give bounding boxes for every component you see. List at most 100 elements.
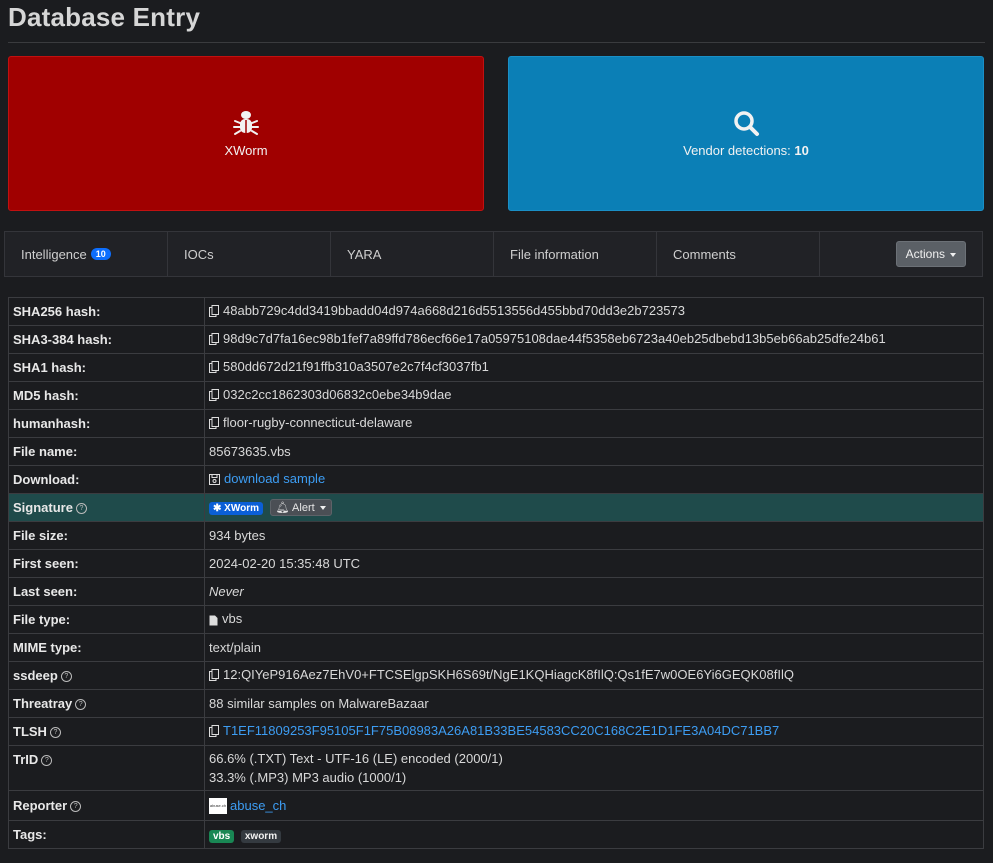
- table-row: File name: 85673635.vbs: [8, 437, 984, 466]
- tab-comments[interactable]: Comments: [657, 232, 820, 276]
- tab-file-information-label: File information: [510, 246, 599, 262]
- humanhash-cell: floor-rugby-connecticut-delaware: [204, 409, 984, 438]
- signature-badge-label: XWorm: [224, 503, 259, 514]
- file-name-label: File name:: [8, 437, 205, 466]
- vendor-detections-label: Vendor detections: 10: [683, 143, 809, 158]
- table-row: humanhash: floor-rugby-connecticut-delaw…: [8, 409, 984, 438]
- alert-dropdown-button[interactable]: 🔔︎ Alert: [269, 499, 332, 516]
- table-row: File size: 934 bytes: [8, 521, 984, 550]
- ssdeep-cell: 12:QIYeP916Aez7EhV0+FTCSElgpSKH6S69t/NgE…: [204, 661, 984, 690]
- help-icon[interactable]: ?: [49, 727, 61, 739]
- threatray-value: 88 similar samples on MalwareBazaar: [204, 689, 984, 718]
- vendor-detections-card[interactable]: Vendor detections: 10: [508, 56, 984, 211]
- md5-label: MD5 hash:: [8, 381, 205, 410]
- table-row: Last seen: Never: [8, 577, 984, 606]
- copy-icon[interactable]: [209, 389, 219, 404]
- sha256-cell: 48abb729c4dd3419bbadd04d974a668d216d5513…: [204, 297, 984, 326]
- table-row: TLSH? T1EF11809253F95105F1F75B08983A26A8…: [8, 717, 984, 746]
- threatray-label-cell: Threatray?: [8, 689, 205, 718]
- malware-family-card[interactable]: XWorm: [8, 56, 484, 211]
- table-row: Signature? ✱ XWorm 🔔︎ Alert: [8, 493, 984, 522]
- tab-yara-label: YARA: [347, 246, 382, 262]
- copy-icon[interactable]: [209, 725, 219, 740]
- help-icon[interactable]: ?: [60, 671, 72, 683]
- copy-icon[interactable]: [209, 361, 219, 376]
- file-type-cell: vbs: [204, 605, 984, 634]
- tlsh-cell: T1EF11809253F95105F1F75B08983A26A81B33BE…: [204, 717, 984, 746]
- tab-bar: Intelligence 10 IOCs YARA File informati…: [4, 231, 983, 277]
- download-label: Download:: [8, 465, 205, 494]
- md5-cell: 032c2cc1862303d06832c0ebe34b9dae: [204, 381, 984, 410]
- tab-yara[interactable]: YARA: [331, 232, 494, 276]
- help-icon[interactable]: ?: [75, 503, 87, 515]
- reporter-label: Reporter: [13, 798, 68, 813]
- tab-file-information[interactable]: File information: [494, 232, 657, 276]
- sha1-label: SHA1 hash:: [8, 353, 205, 382]
- md5-value: 032c2cc1862303d06832c0ebe34b9dae: [223, 387, 452, 402]
- page-title: Database Entry: [8, 2, 201, 32]
- vendor-detections-count: 10: [794, 143, 809, 158]
- ssdeep-value: 12:QIYeP916Aez7EhV0+FTCSElgpSKH6S69t/NgE…: [223, 667, 794, 682]
- copy-icon[interactable]: [209, 669, 219, 684]
- mime-type-value: text/plain: [204, 633, 984, 662]
- bell-icon: 🔔︎: [275, 502, 290, 514]
- trid-cell: 66.6% (.TXT) Text - UTF-16 (LE) encoded …: [204, 745, 984, 791]
- tab-intelligence-label: Intelligence: [21, 246, 87, 262]
- sha256-label: SHA256 hash:: [8, 297, 205, 326]
- title-divider: [8, 42, 985, 43]
- first-seen-value: 2024-02-20 15:35:48 UTC: [204, 549, 984, 578]
- reporter-link[interactable]: abuse_ch: [230, 798, 286, 813]
- bug-icon: [233, 111, 259, 135]
- signature-label-cell: Signature?: [8, 493, 205, 522]
- copy-icon[interactable]: [209, 305, 219, 320]
- tab-iocs-label: IOCs: [184, 246, 214, 262]
- sha256-value: 48abb729c4dd3419bbadd04d974a668d216d5513…: [223, 303, 685, 318]
- table-row: SHA3-384 hash: 98d9c7d7fa16ec98b1fef7a89…: [8, 325, 984, 354]
- table-row: Threatray? 88 similar samples on Malware…: [8, 689, 984, 718]
- copy-icon[interactable]: [209, 333, 219, 348]
- table-row: TrID? 66.6% (.TXT) Text - UTF-16 (LE) en…: [8, 745, 984, 791]
- actions-dropdown-button[interactable]: Actions: [895, 241, 966, 267]
- tlsh-link[interactable]: T1EF11809253F95105F1F75B08983A26A81B33BE…: [223, 723, 779, 738]
- threatray-label: Threatray: [13, 696, 73, 711]
- signature-badge[interactable]: ✱ XWorm: [209, 502, 263, 515]
- reporter-avatar: abuse.ch: [209, 797, 227, 814]
- help-icon[interactable]: ?: [41, 755, 53, 767]
- last-seen-value: Never: [204, 577, 984, 606]
- trid-line-2: 33.3% (.MP3) MP3 audio (1000/1): [209, 770, 407, 785]
- table-row: Tags: vbs xworm: [8, 820, 984, 849]
- chevron-down-icon: [950, 252, 956, 257]
- tlsh-label-cell: TLSH?: [8, 717, 205, 746]
- mime-type-label: MIME type:: [8, 633, 205, 662]
- humanhash-value: floor-rugby-connecticut-delaware: [223, 415, 413, 430]
- trid-line-1: 66.6% (.TXT) Text - UTF-16 (LE) encoded …: [209, 751, 503, 766]
- sample-info-table: SHA256 hash: 48abb729c4dd3419bbadd04d974…: [8, 297, 984, 849]
- tlsh-label: TLSH: [13, 724, 47, 739]
- humanhash-label: humanhash:: [8, 409, 205, 438]
- table-row: MIME type: text/plain: [8, 633, 984, 662]
- reporter-cell: abuse.ch abuse_ch: [204, 790, 984, 821]
- file-type-label: File type:: [8, 605, 205, 634]
- tag-xworm[interactable]: xworm: [240, 829, 282, 843]
- table-row: Reporter? abuse.ch abuse_ch: [8, 790, 984, 821]
- signature-label: Signature: [13, 500, 73, 515]
- tab-intelligence[interactable]: Intelligence 10: [5, 232, 168, 276]
- tag-vbs[interactable]: vbs: [209, 829, 235, 843]
- table-row: SHA1 hash: 580dd672d21f91ffb310a3507e2c7…: [8, 353, 984, 382]
- tags-cell: vbs xworm: [204, 820, 984, 849]
- sha3-label: SHA3-384 hash:: [8, 325, 205, 354]
- actions-label: Actions: [905, 247, 945, 261]
- table-row: File type: vbs: [8, 605, 984, 634]
- sha1-value: 580dd672d21f91ffb310a3507e2c7f4cf3037fb1: [223, 359, 489, 374]
- download-sample-link[interactable]: download sample: [224, 471, 325, 486]
- sha3-cell: 98d9c7d7fa16ec98b1fef7a89ffd786ecf66e17a…: [204, 325, 984, 354]
- tab-iocs[interactable]: IOCs: [168, 232, 331, 276]
- help-icon[interactable]: ?: [75, 699, 87, 711]
- reporter-label-cell: Reporter?: [8, 790, 205, 821]
- vendor-detections-text: Vendor detections:: [683, 143, 795, 158]
- signature-cell: ✱ XWorm 🔔︎ Alert: [204, 493, 984, 522]
- help-icon[interactable]: ?: [70, 801, 82, 813]
- ssdeep-label: ssdeep: [13, 668, 58, 683]
- copy-icon[interactable]: [209, 417, 219, 432]
- alert-label: Alert: [292, 502, 315, 514]
